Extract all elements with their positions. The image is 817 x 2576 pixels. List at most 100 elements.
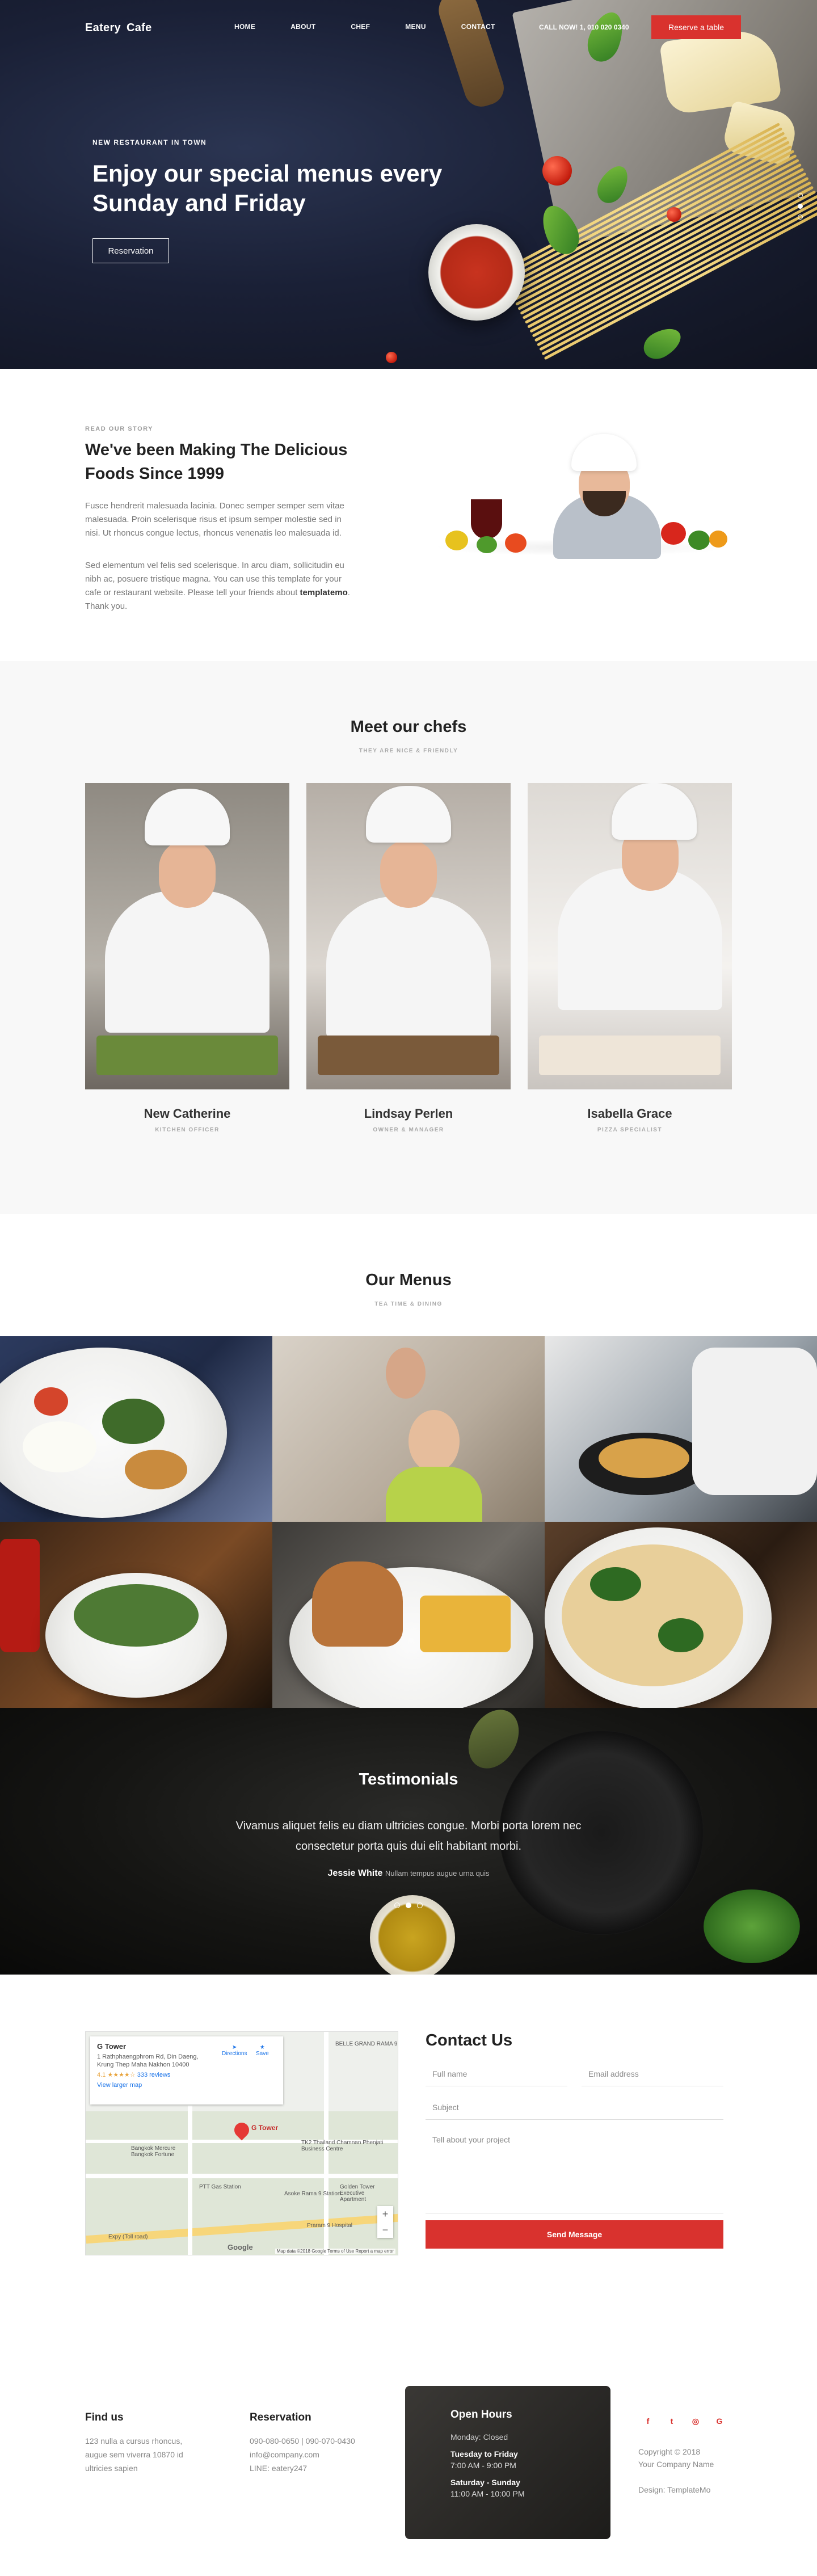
nav-about[interactable]: ABOUT bbox=[290, 23, 315, 31]
menu-image-burger[interactable] bbox=[272, 1522, 545, 1708]
directions-label: Directions bbox=[222, 2051, 247, 2057]
menu-image-cooking[interactable] bbox=[545, 1336, 817, 1522]
reservation-phone: 090-080-0650 | 090-070-0430 bbox=[250, 2436, 355, 2445]
map-label: BELLE GRAND RAMA 9 bbox=[335, 2041, 398, 2047]
tomato-red bbox=[505, 533, 527, 553]
menu-gallery bbox=[0, 1336, 817, 1708]
zoom-in-icon[interactable]: + bbox=[377, 2206, 393, 2222]
chef-photo bbox=[528, 783, 732, 1089]
chef-hat bbox=[612, 783, 697, 840]
menus-title: Our Menus bbox=[365, 1271, 452, 1289]
nav-contact[interactable]: CONTACT bbox=[461, 23, 495, 31]
map-attribution[interactable]: Map data ©2018 Google Terms of Use Repor… bbox=[275, 2249, 395, 2254]
nav-home[interactable]: HOME bbox=[234, 23, 255, 31]
sushi-board bbox=[318, 1036, 499, 1075]
menus-section-header: Our Menus TEA TIME & DINING bbox=[0, 1214, 817, 1336]
map-label: PTT Gas Station bbox=[199, 2184, 241, 2190]
chef-face bbox=[380, 840, 437, 908]
subject-input[interactable]: Subject bbox=[426, 2095, 723, 2120]
contact-title: Contact Us bbox=[426, 2031, 513, 2049]
slider-dot-active[interactable] bbox=[798, 204, 803, 209]
map-pin-label: G Tower bbox=[251, 2124, 279, 2132]
facebook-icon[interactable]: f bbox=[641, 2414, 655, 2428]
hero-title: Enjoy our special menus every Sunday and… bbox=[92, 160, 443, 216]
greens bbox=[590, 1567, 641, 1601]
view-larger-map-link[interactable]: View larger map bbox=[97, 2082, 276, 2089]
tomato bbox=[542, 156, 572, 186]
top-navigation: Eatery Cafe HOME ABOUT CHEF MENU CONTACT … bbox=[0, 0, 817, 57]
menu-image-pasta[interactable] bbox=[545, 1522, 817, 1708]
save-button[interactable]: ★ Save bbox=[256, 2044, 269, 2057]
chef-photo bbox=[85, 783, 289, 1089]
menu-image-breakfast[interactable] bbox=[0, 1336, 272, 1522]
menu-image-family[interactable] bbox=[272, 1336, 545, 1522]
testimonials-section: Testimonials Vivamus aliquet felis eu di… bbox=[0, 1708, 817, 1975]
tomato bbox=[34, 1387, 68, 1416]
pastry-plate bbox=[539, 1036, 721, 1075]
nav-chef[interactable]: CHEF bbox=[351, 23, 370, 31]
map-place-name: G Tower bbox=[97, 2042, 127, 2051]
brand-logo[interactable]: Eatery Cafe bbox=[85, 22, 152, 35]
map-label: Praram 9 Hospital bbox=[307, 2223, 353, 2229]
chef-card[interactable]: Lindsay Perlen OWNER & MANAGER bbox=[306, 783, 511, 1133]
chef-name: Lindsay Perlen bbox=[364, 1106, 453, 1121]
chef-role: PIZZA SPECIALIST bbox=[597, 1127, 663, 1133]
tomato bbox=[667, 207, 681, 222]
noodle-soup bbox=[74, 1584, 199, 1647]
slider-dot[interactable] bbox=[394, 1902, 400, 1908]
hero-slider-dots bbox=[798, 193, 803, 225]
find-us-text: 123 nulla a cursus rhoncus, augue sem vi… bbox=[85, 2436, 183, 2473]
chef-card[interactable]: Isabella Grace PIZZA SPECIALIST bbox=[528, 783, 732, 1133]
reservation-button[interactable]: Reservation bbox=[92, 238, 169, 263]
testimonial-author: Jessie White Nullam tempus augue urna qu… bbox=[0, 1868, 817, 1879]
tomato-red bbox=[661, 522, 686, 545]
map-reviews-link[interactable]: 333 reviews bbox=[137, 2072, 171, 2078]
google-icon[interactable]: G bbox=[713, 2414, 726, 2428]
email-input[interactable]: Email address bbox=[582, 2061, 723, 2086]
copyright: Copyright © 2018 Your Company Name bbox=[638, 2445, 714, 2470]
map-zoom-control[interactable]: + − bbox=[377, 2206, 393, 2238]
chefs-subtitle: THEY ARE NICE & FRIENDLY bbox=[359, 748, 458, 754]
design-credit[interactable]: Design: TemplateMo bbox=[638, 2485, 710, 2494]
chef-name: New Catherine bbox=[144, 1106, 231, 1121]
mother-face bbox=[386, 1348, 426, 1399]
reservation-email[interactable]: info@company.com bbox=[250, 2450, 319, 2459]
pasta bbox=[562, 1544, 743, 1686]
chef-hat bbox=[571, 434, 637, 471]
about-paragraph-2: Sed elementum vel felis sed scelerisque.… bbox=[85, 559, 352, 613]
menu-image-noodle-soup[interactable] bbox=[0, 1522, 272, 1708]
message-textarea[interactable]: Tell about your project bbox=[426, 2128, 723, 2213]
instagram-icon[interactable]: ◎ bbox=[689, 2414, 702, 2428]
footer-find-us: Find us 123 nulla a cursus rhoncus, augu… bbox=[85, 2411, 199, 2475]
nav-menu[interactable]: MENU bbox=[405, 23, 426, 31]
menus-subtitle: TEA TIME & DINING bbox=[374, 1301, 443, 1307]
reserve-table-button[interactable]: Reserve a table bbox=[651, 15, 741, 39]
templatemo-link[interactable]: templatemo bbox=[300, 588, 348, 597]
send-message-button[interactable]: Send Message bbox=[426, 2220, 723, 2249]
contact-form: Contact Us Full name Email address Subje… bbox=[426, 2031, 723, 2249]
call-now-text: CALL NOW! 1, 010 020 0340 bbox=[539, 23, 629, 31]
brand-right: Cafe bbox=[126, 22, 152, 34]
about-paragraph-1: Fusce hendrerit malesuada lacinia. Donec… bbox=[85, 501, 344, 538]
open-hours-box: Open Hours Monday: Closed Tuesday to Fri… bbox=[405, 2386, 610, 2539]
zoom-out-icon[interactable]: − bbox=[377, 2222, 393, 2238]
soda-can bbox=[0, 1539, 40, 1652]
twitter-icon[interactable]: t bbox=[665, 2414, 679, 2428]
map-road bbox=[86, 2174, 398, 2178]
google-map[interactable]: BELLE GRAND RAMA 9 Bangkok Mercure Bangk… bbox=[85, 2031, 398, 2255]
full-name-input[interactable]: Full name bbox=[426, 2061, 567, 2086]
slider-dot[interactable] bbox=[417, 1902, 423, 1908]
slider-dot[interactable] bbox=[798, 214, 803, 220]
tomato bbox=[386, 352, 397, 363]
author-name: Jessie White bbox=[327, 1868, 383, 1878]
chef-name: Isabella Grace bbox=[587, 1106, 672, 1121]
slider-dot-active[interactable] bbox=[406, 1902, 411, 1908]
directions-button[interactable]: ➤ Directions bbox=[222, 2044, 247, 2057]
pepper-orange bbox=[709, 531, 727, 548]
copyright-line: Copyright © 2018 bbox=[638, 2447, 701, 2456]
chef-coat bbox=[558, 868, 722, 1010]
hours-day-2: Saturday - Sunday bbox=[450, 2478, 520, 2487]
main-menu: HOME ABOUT CHEF MENU CONTACT bbox=[234, 23, 530, 31]
slider-dot[interactable] bbox=[798, 193, 803, 198]
chef-card[interactable]: New Catherine KITCHEN OFFICER bbox=[85, 783, 289, 1133]
